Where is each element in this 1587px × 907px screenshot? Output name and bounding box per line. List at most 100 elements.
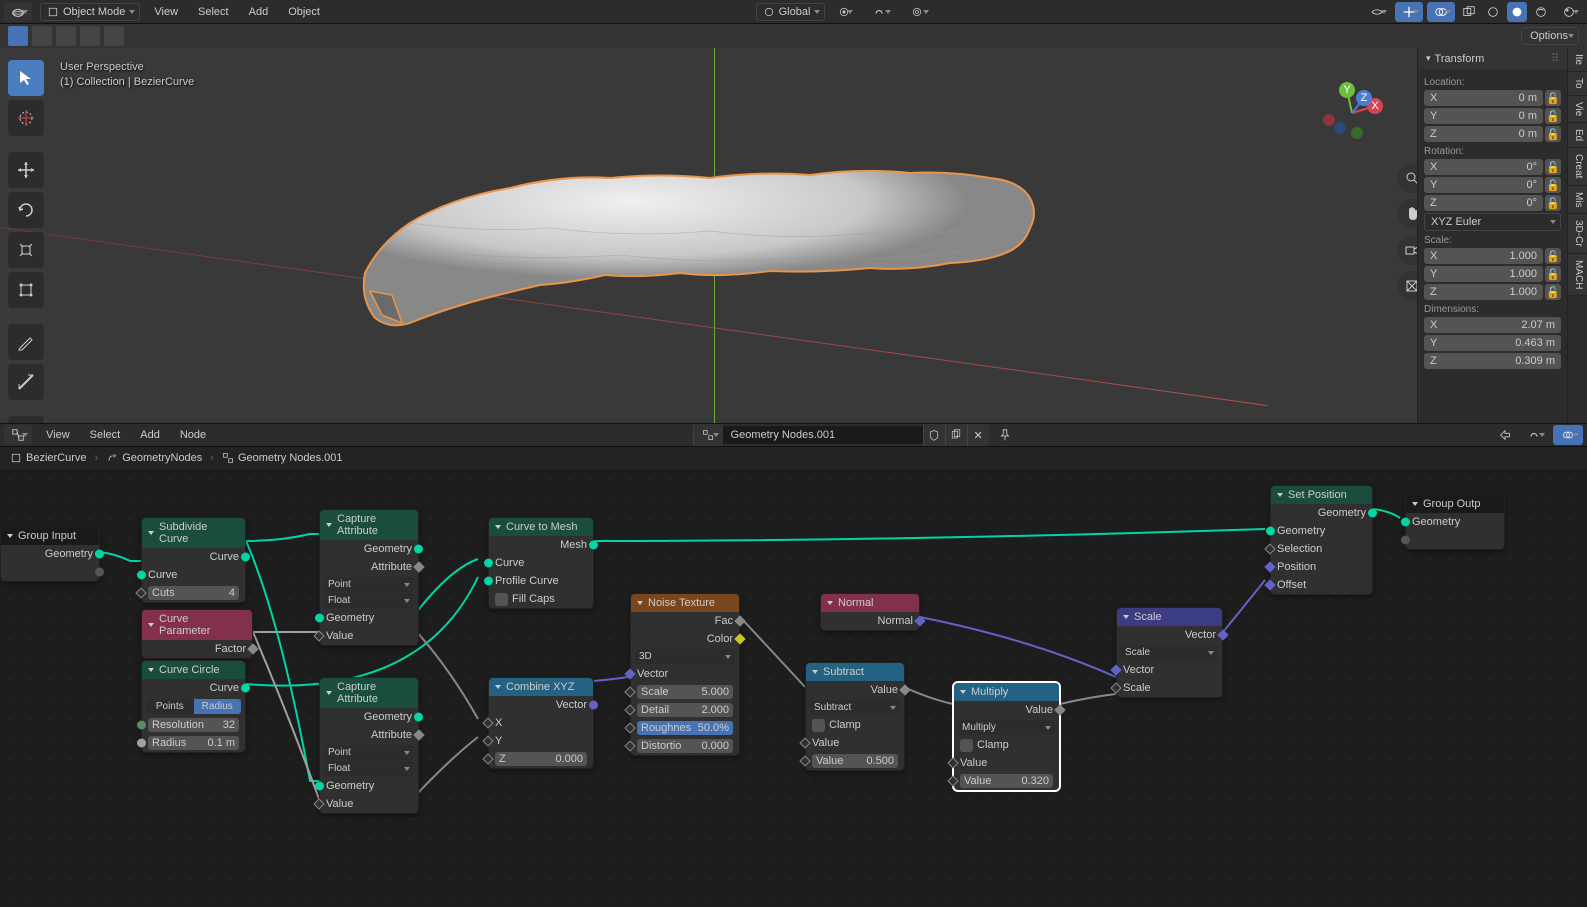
nav-gizmo[interactable]: X Y Z [1317, 78, 1387, 148]
circle-mode-radio[interactable]: PointsRadius [146, 699, 241, 714]
node-noise-texture[interactable]: Noise Texture Fac Color 3D Vector Scale5… [630, 593, 740, 756]
vector-op-dropdown[interactable]: Scale [1121, 645, 1218, 660]
proportional-dropdown[interactable] [901, 2, 933, 22]
tab-item[interactable]: Ite [1568, 48, 1587, 72]
visibility-dropdown[interactable] [1363, 2, 1391, 22]
transform-tool[interactable] [8, 272, 44, 308]
node-capture-attribute-1[interactable]: Capture Attribute Geometry Attribute Poi… [319, 509, 419, 646]
move-tool[interactable] [8, 152, 44, 188]
tab-mach[interactable]: MACH [1568, 254, 1587, 296]
rot-y[interactable]: Y0° [1424, 177, 1543, 193]
bc-nodegroup[interactable]: Geometry Nodes.001 [222, 452, 343, 464]
lock-icon[interactable]: 🔓 [1545, 266, 1561, 282]
noise-dim-dropdown[interactable]: 3D [635, 649, 735, 664]
domain-dropdown[interactable]: Point [324, 745, 414, 760]
tab-create[interactable]: Creat [1568, 148, 1587, 185]
node-vector-scale[interactable]: Scale Vector Scale Vector Scale [1116, 607, 1223, 698]
node-editor-area[interactable]: Group Input Geometry Subdivide Curve Cur… [0, 469, 1587, 907]
menu-add[interactable]: Add [243, 6, 275, 18]
node-curve-to-mesh[interactable]: Curve to Mesh Mesh Curve Profile Curve F… [488, 517, 594, 609]
select-extend-icon[interactable] [32, 26, 52, 46]
dim-z[interactable]: Z0.309 m [1424, 353, 1561, 369]
rotate-tool[interactable] [8, 192, 44, 228]
pin-shield-icon[interactable] [923, 424, 945, 446]
node-normal[interactable]: Normal Normal [820, 593, 920, 631]
annotate-tool[interactable] [8, 324, 44, 360]
lock-icon[interactable]: 🔓 [1545, 126, 1561, 142]
pin-icon[interactable] [995, 425, 1015, 445]
scale-tool[interactable] [8, 232, 44, 268]
node-multiply[interactable]: Multiply Value Multiply Clamp Value Valu… [953, 682, 1060, 791]
rot-x[interactable]: X0° [1424, 159, 1543, 175]
menu-object[interactable]: Object [282, 6, 326, 18]
parent-node-icon[interactable] [1495, 425, 1515, 445]
nodegroup-name-input[interactable] [723, 426, 923, 444]
tab-tool[interactable]: To [1568, 72, 1587, 96]
3d-viewport[interactable]: User Perspective (1) Collection | Bezier… [0, 48, 1587, 423]
clamp-checkbox[interactable] [960, 739, 973, 752]
bc-object[interactable]: BezierCurve [10, 452, 87, 464]
select-subtract-icon[interactable] [56, 26, 76, 46]
node-group-output[interactable]: Group Outp Geometry [1405, 494, 1505, 550]
select-tool[interactable] [8, 60, 44, 96]
shading-wire-icon[interactable] [1483, 2, 1503, 22]
nodegroup-browse-icon[interactable] [693, 424, 723, 446]
loc-z[interactable]: Z0 m [1424, 126, 1543, 142]
node-menu-view[interactable]: View [40, 429, 76, 441]
select-box-icon[interactable] [8, 26, 28, 46]
node-subtract[interactable]: Subtract Value Subtract Clamp Value Valu… [805, 662, 905, 771]
unlink-nodegroup-icon[interactable]: ✕ [967, 424, 989, 446]
rotation-mode-dropdown[interactable]: XYZ Euler [1424, 213, 1561, 231]
xray-icon[interactable] [1459, 2, 1479, 22]
menu-view[interactable]: View [148, 6, 184, 18]
lock-icon[interactable]: 🔓 [1545, 195, 1561, 211]
shading-rendered-icon[interactable] [1555, 2, 1583, 22]
type-dropdown[interactable]: Float [324, 593, 414, 608]
node-menu-add[interactable]: Add [134, 429, 166, 441]
type-dropdown[interactable]: Float [324, 761, 414, 776]
node-subdivide-curve[interactable]: Subdivide Curve Curve Curve Cuts4 [141, 517, 246, 603]
node-curve-parameter[interactable]: Curve Parameter Factor [141, 609, 253, 659]
lock-icon[interactable]: 🔓 [1545, 159, 1561, 175]
node-set-position[interactable]: Set Position Geometry Geometry Selection… [1270, 485, 1373, 595]
select-invert-icon[interactable] [80, 26, 100, 46]
overlay-dropdown[interactable] [1427, 2, 1455, 22]
copy-nodegroup-icon[interactable] [945, 424, 967, 446]
lock-icon[interactable]: 🔓 [1545, 177, 1561, 193]
snap-dropdown[interactable] [863, 2, 895, 22]
lock-icon[interactable]: 🔓 [1545, 90, 1561, 106]
tab-mis[interactable]: Mis [1568, 186, 1587, 215]
transform-panel-header[interactable]: ▾Transform ⠿ [1418, 48, 1567, 69]
mode-dropdown[interactable]: Object Mode [40, 3, 140, 21]
options-dropdown[interactable]: Options [1521, 27, 1579, 45]
lock-icon[interactable]: 🔓 [1545, 108, 1561, 124]
clamp-checkbox[interactable] [812, 719, 825, 732]
select-intersect-icon[interactable] [104, 26, 124, 46]
loc-y[interactable]: Y0 m [1424, 108, 1543, 124]
math-op-dropdown[interactable]: Multiply [958, 720, 1055, 735]
scale-z[interactable]: Z1.000 [1424, 284, 1543, 300]
node-menu-node[interactable]: Node [174, 429, 212, 441]
add-cube-tool[interactable] [8, 416, 44, 423]
pivot-dropdown[interactable] [831, 2, 857, 22]
snap-node-dropdown[interactable] [1519, 425, 1549, 445]
bc-modifier[interactable]: GeometryNodes [106, 452, 202, 464]
math-op-dropdown[interactable]: Subtract [810, 700, 900, 715]
orientation-dropdown[interactable]: Global [756, 3, 826, 21]
domain-dropdown[interactable]: Point [324, 577, 414, 592]
dim-x[interactable]: X2.07 m [1424, 317, 1561, 333]
cursor-tool[interactable] [8, 100, 44, 136]
fill-caps-checkbox[interactable] [495, 593, 508, 606]
scale-x[interactable]: X1.000 [1424, 248, 1543, 264]
scale-y[interactable]: Y1.000 [1424, 266, 1543, 282]
node-group-input[interactable]: Group Input Geometry [0, 526, 100, 582]
tab-3dcr[interactable]: 3D-Cr [1568, 214, 1587, 254]
node-curve-circle[interactable]: Curve Circle Curve PointsRadius Resoluti… [141, 660, 246, 753]
node-capture-attribute-2[interactable]: Capture Attribute Geometry Attribute Poi… [319, 677, 419, 814]
lock-icon[interactable]: 🔓 [1545, 248, 1561, 264]
gizmo-dropdown[interactable] [1395, 2, 1423, 22]
tab-view[interactable]: Vie [1568, 96, 1587, 123]
overlay-node-dropdown[interactable] [1553, 425, 1583, 445]
editor-type-node-icon[interactable] [4, 425, 32, 445]
menu-select[interactable]: Select [192, 6, 235, 18]
